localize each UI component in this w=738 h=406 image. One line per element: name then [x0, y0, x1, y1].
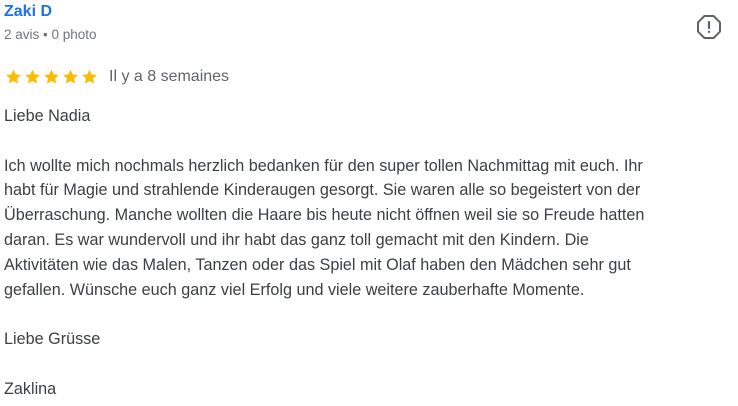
rating-row: Il y a 8 semaines: [4, 66, 229, 88]
review-time: Il y a 8 semaines: [109, 68, 230, 85]
star-icon: [44, 69, 59, 84]
review-line: Ich wollte mich nochmals herzlich bedank…: [4, 156, 643, 175]
star-icon: [25, 69, 40, 84]
review-line: Aktivitäten wie das Malen, Tanzen oder d…: [4, 255, 631, 274]
review-text: Liebe Nadia Ich wollte mich nochmals her…: [4, 104, 734, 402]
review-signature: Zaklina: [4, 379, 57, 398]
report-flag-icon: [697, 15, 721, 39]
review-card: Zaki D 2 avis • 0 photo Il y a 8 semaine…: [0, 0, 738, 406]
review-line: Überraschung. Manche wollten die Haare b…: [4, 206, 645, 225]
star-icon: [6, 69, 21, 84]
report-review-button[interactable]: [696, 14, 722, 40]
star-rating: [4, 68, 99, 86]
review-greeting: Liebe Nadia: [4, 107, 91, 125]
review-line: daran. Es war wundervoll und ihr habt da…: [4, 230, 589, 249]
review-line: habt für Magie und strahlende Kinderauge…: [4, 181, 641, 200]
star-icon: [82, 69, 97, 84]
review-closing: Liebe Grüsse: [4, 330, 101, 349]
reviewer-meta: 2 avis • 0 photo: [4, 27, 97, 42]
review-line: gefallen. Wünsche euch ganz viel Erfolg …: [4, 280, 585, 299]
review-paragraph: Ich wollte mich nochmals herzlich bedank…: [4, 154, 734, 303]
star-icon: [63, 69, 78, 84]
reviewer-name-link[interactable]: Zaki D: [4, 3, 52, 21]
